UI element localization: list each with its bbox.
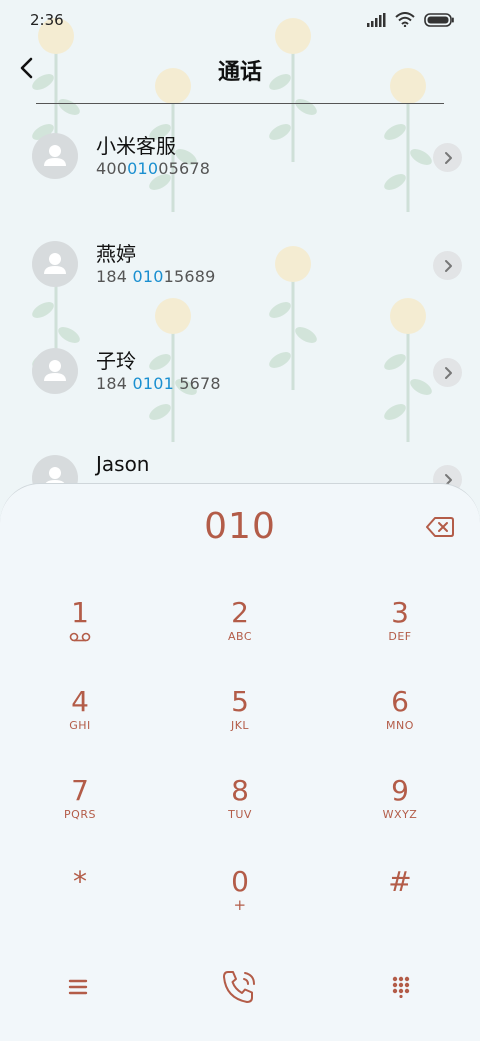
key-digit: 8 bbox=[231, 774, 249, 807]
contact-item[interactable]: 小米客服 40001005678 bbox=[0, 133, 480, 203]
contact-detail-button[interactable] bbox=[433, 251, 462, 280]
wifi-icon bbox=[395, 12, 415, 27]
person-icon bbox=[44, 253, 66, 274]
key-digit: * bbox=[73, 865, 87, 898]
voicemail-icon bbox=[69, 632, 91, 642]
chevron-right-icon bbox=[444, 259, 452, 272]
contact-name: 子玲 bbox=[96, 349, 136, 373]
key-letters: PQRS bbox=[64, 808, 96, 821]
person-icon bbox=[44, 360, 66, 381]
key-digit: 5 bbox=[231, 685, 249, 718]
key-digit: 2 bbox=[231, 596, 249, 629]
key-letters: GHI bbox=[69, 719, 91, 732]
key-digit: 1 bbox=[71, 596, 89, 629]
header: 通话 bbox=[0, 48, 480, 92]
dialpad-toggle-button[interactable] bbox=[371, 965, 431, 1009]
key-letters: TUV bbox=[228, 808, 252, 821]
contact-name: Jason bbox=[96, 452, 150, 476]
contact-number: 184 01015689 bbox=[96, 267, 216, 286]
battery-icon bbox=[424, 12, 454, 27]
chevron-right-icon bbox=[444, 366, 452, 379]
avatar bbox=[32, 133, 78, 179]
dial-key-9[interactable]: 9 WXYZ bbox=[340, 774, 460, 844]
status-icons bbox=[366, 12, 454, 27]
contact-number: 40001005678 bbox=[96, 159, 211, 178]
backspace-button[interactable] bbox=[424, 514, 456, 540]
key-letters: MNO bbox=[386, 719, 414, 732]
dialed-number: 010 bbox=[204, 506, 276, 547]
dial-key-5[interactable]: 5 JKL bbox=[180, 685, 300, 755]
match-highlight: 010 bbox=[132, 267, 164, 286]
key-digit: 7 bbox=[71, 774, 89, 807]
contact-item[interactable]: 燕婷 184 01015689 bbox=[0, 241, 480, 311]
key-digit: 0 bbox=[231, 865, 249, 898]
dial-key-2[interactable]: 2 ABC bbox=[180, 596, 300, 666]
dial-key-1[interactable]: 1 bbox=[20, 596, 140, 666]
avatar bbox=[32, 241, 78, 287]
dial-key-4[interactable]: 4 GHI bbox=[20, 685, 140, 755]
key-letters: JKL bbox=[230, 719, 250, 732]
contact-item[interactable]: 子玲 184 0101 5678 bbox=[0, 348, 480, 418]
key-letters: WXYZ bbox=[382, 808, 418, 821]
dial-key-0[interactable]: 0 + bbox=[180, 865, 300, 935]
key-digit: 4 bbox=[71, 685, 89, 718]
dial-key-8[interactable]: 8 TUV bbox=[180, 774, 300, 844]
person-icon bbox=[44, 145, 66, 166]
contact-name: 小米客服 bbox=[96, 134, 176, 158]
match-highlight: 010 bbox=[127, 159, 159, 178]
dial-key-3[interactable]: 3 DEF bbox=[340, 596, 460, 666]
menu-icon bbox=[68, 979, 88, 995]
key-letters: + bbox=[233, 896, 247, 914]
dial-key-6[interactable]: 6 MNO bbox=[340, 685, 460, 755]
signal-icon bbox=[367, 12, 386, 27]
page-title: 通话 bbox=[217, 60, 262, 85]
dialpad-icon bbox=[392, 976, 410, 998]
contact-name: 燕婷 bbox=[96, 242, 136, 266]
menu-button[interactable] bbox=[48, 965, 108, 1009]
dialpad-panel: 010 1 2 ABC 3 DEF 4 GHI 5 JKL 6 MNO 7 PQ… bbox=[0, 483, 480, 1041]
chevron-right-icon bbox=[444, 151, 452, 164]
dial-key-7[interactable]: 7 PQRS bbox=[20, 774, 140, 844]
key-letters: DEF bbox=[388, 630, 412, 643]
dial-key-hash[interactable]: # bbox=[340, 865, 460, 935]
avatar bbox=[32, 348, 78, 394]
key-digit: 9 bbox=[391, 774, 409, 807]
key-digit: 6 bbox=[391, 685, 409, 718]
call-icon bbox=[223, 971, 255, 1003]
contact-detail-button[interactable] bbox=[433, 143, 462, 172]
contact-number: 184 0101 5678 bbox=[96, 374, 221, 393]
key-digit: # bbox=[388, 865, 412, 898]
status-time: 2:36 bbox=[30, 11, 64, 29]
key-digit: 3 bbox=[391, 596, 409, 629]
dial-key-star[interactable]: * bbox=[20, 865, 140, 935]
call-button[interactable] bbox=[210, 965, 270, 1009]
match-highlight: 0101 bbox=[132, 374, 174, 393]
status-bar: 2:36 bbox=[0, 0, 480, 42]
backspace-icon bbox=[426, 517, 454, 537]
contact-detail-button[interactable] bbox=[433, 358, 462, 387]
key-letters: ABC bbox=[227, 630, 253, 643]
header-divider bbox=[36, 103, 444, 104]
